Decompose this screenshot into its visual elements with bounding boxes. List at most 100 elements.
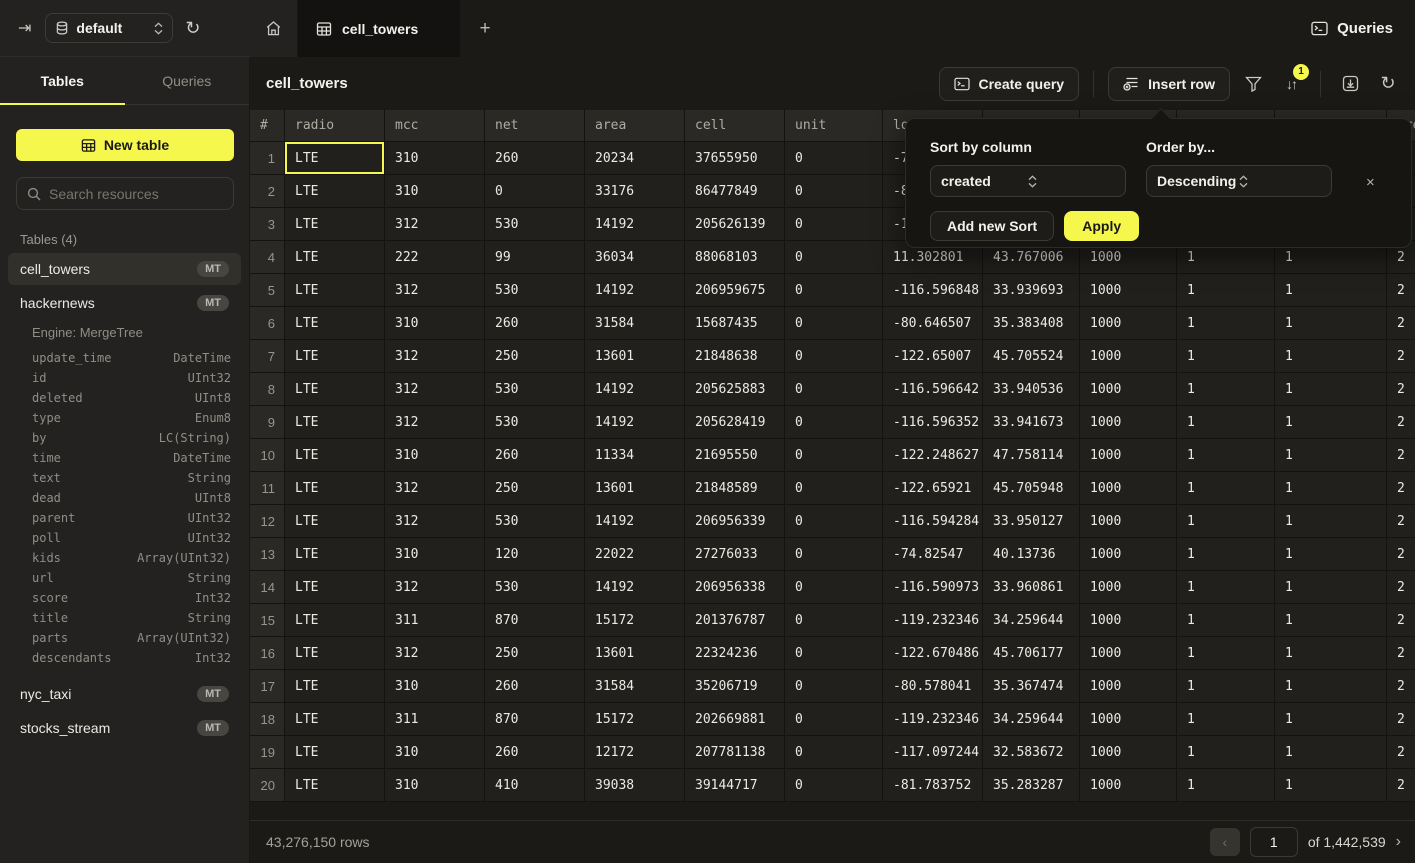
table-cell[interactable]: 35.383408 bbox=[983, 307, 1080, 340]
table-cell[interactable]: 0 bbox=[785, 439, 883, 472]
table-cell[interactable]: 27276033 bbox=[685, 538, 785, 571]
table-cell[interactable]: 15687435 bbox=[685, 307, 785, 340]
table-cell[interactable]: 1000 bbox=[1080, 307, 1177, 340]
column-header-mcc[interactable]: mcc bbox=[385, 110, 485, 142]
table-cell[interactable]: 35.367474 bbox=[983, 670, 1080, 703]
table-cell[interactable]: 2 bbox=[1387, 670, 1415, 703]
table-cell[interactable]: 530 bbox=[485, 571, 585, 604]
table-cell[interactable]: 260 bbox=[485, 307, 585, 340]
table-cell[interactable]: -119.232346 bbox=[883, 703, 983, 736]
table-cell[interactable]: 1000 bbox=[1080, 505, 1177, 538]
table-cell[interactable]: 2 bbox=[1387, 274, 1415, 307]
table-cell[interactable]: 1 bbox=[1177, 736, 1275, 769]
table-cell[interactable]: 206959675 bbox=[685, 274, 785, 307]
table-cell[interactable]: 33.941673 bbox=[983, 406, 1080, 439]
column-header-num[interactable]: # bbox=[250, 110, 285, 142]
table-cell[interactable]: -116.596848 bbox=[883, 274, 983, 307]
table-cell[interactable]: 1000 bbox=[1080, 538, 1177, 571]
table-cell[interactable]: 1 bbox=[1275, 274, 1387, 307]
table-cell[interactable]: LTE bbox=[285, 274, 385, 307]
table-cell[interactable]: 2 bbox=[1387, 373, 1415, 406]
table-cell[interactable]: 2 bbox=[1387, 505, 1415, 538]
table-cell[interactable]: 1 bbox=[1275, 637, 1387, 670]
table-cell[interactable]: 530 bbox=[485, 373, 585, 406]
table-cell[interactable]: 35.283287 bbox=[983, 769, 1080, 802]
table-cell[interactable]: 0 bbox=[785, 637, 883, 670]
table-cell[interactable]: 250 bbox=[485, 637, 585, 670]
table-cell[interactable]: 1 bbox=[1177, 439, 1275, 472]
table-cell[interactable]: 1 bbox=[1275, 769, 1387, 802]
page-number-input[interactable] bbox=[1250, 827, 1298, 857]
table-cell[interactable]: LTE bbox=[285, 571, 385, 604]
table-cell[interactable]: LTE bbox=[285, 703, 385, 736]
table-cell[interactable]: -116.596352 bbox=[883, 406, 983, 439]
table-cell[interactable]: 22022 bbox=[585, 538, 685, 571]
table-cell[interactable]: 0 bbox=[785, 472, 883, 505]
table-cell[interactable]: 45.705524 bbox=[983, 340, 1080, 373]
table-cell[interactable]: 88068103 bbox=[685, 241, 785, 274]
table-cell[interactable]: -116.596642 bbox=[883, 373, 983, 406]
table-cell[interactable]: LTE bbox=[285, 241, 385, 274]
table-cell[interactable]: 1 bbox=[1275, 340, 1387, 373]
table-cell[interactable]: 1 bbox=[1177, 274, 1275, 307]
create-query-button[interactable]: Create query bbox=[939, 67, 1080, 101]
table-cell[interactable]: 1000 bbox=[1080, 736, 1177, 769]
table-cell[interactable]: LTE bbox=[285, 769, 385, 802]
table-cell[interactable]: LTE bbox=[285, 505, 385, 538]
table-cell[interactable]: 2 bbox=[1387, 637, 1415, 670]
table-cell[interactable]: 31584 bbox=[585, 670, 685, 703]
table-cell[interactable]: 1 bbox=[1177, 769, 1275, 802]
table-cell[interactable]: 34.259644 bbox=[983, 703, 1080, 736]
table-cell[interactable]: 312 bbox=[385, 340, 485, 373]
table-cell[interactable]: -122.248627 bbox=[883, 439, 983, 472]
table-cell[interactable]: LTE bbox=[285, 175, 385, 208]
table-cell[interactable]: 1 bbox=[1275, 373, 1387, 406]
column-header-area[interactable]: area bbox=[585, 110, 685, 142]
column-header-unit[interactable]: unit bbox=[785, 110, 883, 142]
table-cell[interactable]: -80.646507 bbox=[883, 307, 983, 340]
table-cell[interactable]: 47.758114 bbox=[983, 439, 1080, 472]
table-cell[interactable]: 1 bbox=[1275, 736, 1387, 769]
table-cell[interactable]: LTE bbox=[285, 373, 385, 406]
table-cell[interactable]: -122.670486 bbox=[883, 637, 983, 670]
table-cell[interactable]: 1 bbox=[1177, 571, 1275, 604]
table-cell[interactable]: 1 bbox=[1275, 604, 1387, 637]
table-cell[interactable]: 312 bbox=[385, 208, 485, 241]
table-cell[interactable]: 0 bbox=[785, 373, 883, 406]
table-cell[interactable]: 1000 bbox=[1080, 571, 1177, 604]
table-cell[interactable]: 260 bbox=[485, 736, 585, 769]
table-cell[interactable]: 13601 bbox=[585, 340, 685, 373]
table-cell[interactable]: LTE bbox=[285, 307, 385, 340]
table-cell[interactable]: 35206719 bbox=[685, 670, 785, 703]
table-cell[interactable]: 36034 bbox=[585, 241, 685, 274]
table-cell[interactable]: LTE bbox=[285, 406, 385, 439]
next-page-button[interactable]: › bbox=[1396, 833, 1401, 851]
table-cell[interactable]: 1 bbox=[1275, 307, 1387, 340]
table-cell[interactable]: -117.097244 bbox=[883, 736, 983, 769]
table-cell[interactable]: 2 bbox=[1387, 307, 1415, 340]
table-cell[interactable]: 1 bbox=[1177, 604, 1275, 637]
table-cell[interactable]: 1 bbox=[1275, 406, 1387, 439]
table-cell[interactable]: 1 bbox=[1177, 340, 1275, 373]
table-cell[interactable]: 312 bbox=[385, 406, 485, 439]
table-cell[interactable]: -122.65007 bbox=[883, 340, 983, 373]
table-cell[interactable]: LTE bbox=[285, 736, 385, 769]
table-cell[interactable]: 312 bbox=[385, 637, 485, 670]
column-header-net[interactable]: net bbox=[485, 110, 585, 142]
table-cell[interactable]: 250 bbox=[485, 340, 585, 373]
add-new-sort-button[interactable]: Add new Sort bbox=[930, 211, 1054, 241]
table-cell[interactable]: 14192 bbox=[585, 274, 685, 307]
table-cell[interactable]: 2 bbox=[1387, 769, 1415, 802]
table-cell[interactable]: 14192 bbox=[585, 208, 685, 241]
table-cell[interactable]: 21695550 bbox=[685, 439, 785, 472]
table-cell[interactable]: 33.950127 bbox=[983, 505, 1080, 538]
table-cell[interactable]: 21848589 bbox=[685, 472, 785, 505]
sidebar-table-cell_towers[interactable]: cell_towersMT bbox=[8, 253, 241, 285]
table-cell[interactable]: 310 bbox=[385, 769, 485, 802]
table-cell[interactable]: 0 bbox=[785, 241, 883, 274]
insert-row-button[interactable]: Insert row bbox=[1108, 67, 1230, 101]
table-cell[interactable]: 310 bbox=[385, 175, 485, 208]
table-cell[interactable]: 870 bbox=[485, 604, 585, 637]
table-cell[interactable]: 86477849 bbox=[685, 175, 785, 208]
table-cell[interactable]: 1000 bbox=[1080, 769, 1177, 802]
